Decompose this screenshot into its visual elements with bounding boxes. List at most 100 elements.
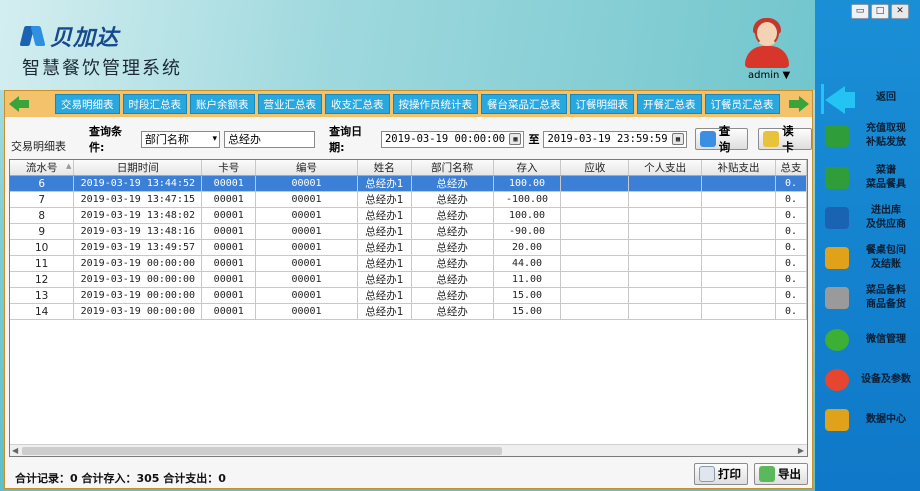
- table-cell: 总经办1: [357, 207, 412, 224]
- column-header[interactable]: 存入: [493, 160, 562, 176]
- sidebar-item-2[interactable]: 菜谱 菜品餐具: [821, 160, 917, 196]
- sidebar-item-label: 菜谱 菜品餐具: [866, 165, 906, 190]
- calendar-icon[interactable]: ▦: [509, 132, 522, 145]
- table-cell: [628, 175, 703, 192]
- tab-9[interactable]: 订餐员汇总表: [704, 94, 780, 114]
- search-button[interactable]: 查询: [694, 124, 749, 154]
- footer-bar: 合计记录：0 合计存入：305 合计支出：0 打印 导出: [5, 461, 812, 488]
- tab-next-arrow-icon[interactable]: [787, 94, 809, 114]
- table-row[interactable]: 7 2019-03-19 13:47:15 00001 00001 总经办1 总经办 -10…: [10, 191, 807, 208]
- user-menu[interactable]: admin ▼: [748, 70, 790, 81]
- warehouse-icon: [821, 202, 855, 234]
- tab-4[interactable]: 收支汇总表: [325, 94, 390, 114]
- gear-icon: [821, 364, 855, 396]
- scroll-thumb[interactable]: [22, 447, 502, 455]
- table-cell: 00001: [201, 191, 257, 208]
- table-cell: [560, 271, 630, 288]
- column-header[interactable]: 编号: [255, 160, 358, 176]
- sidebar-item-5[interactable]: 菜品备料 商品备货: [821, 280, 917, 316]
- table-cell: [701, 223, 776, 240]
- minimize-button[interactable]: ▭: [851, 4, 869, 19]
- horizontal-scrollbar[interactable]: ◀ ▶: [10, 444, 807, 456]
- table-cell: 2019-03-19 00:00:00: [73, 303, 203, 320]
- sidebar-item-label: 数据中心: [866, 414, 906, 425]
- table-cell: 00001: [201, 207, 257, 224]
- read-card-button[interactable]: 读卡: [758, 124, 812, 154]
- tab-8[interactable]: 开餐汇总表: [637, 94, 702, 114]
- printer-icon: [699, 466, 715, 482]
- sidebar-item-7[interactable]: 设备及参数: [821, 362, 917, 398]
- column-header[interactable]: 卡号: [201, 160, 257, 176]
- table-row[interactable]: 10 2019-03-19 13:49:57 00001 00001 总经办1 总经办 20…: [10, 239, 807, 256]
- date-from-picker[interactable]: 2019-03-19 00:00:00 ▦: [380, 130, 525, 148]
- table-row[interactable]: 8 2019-03-19 13:48:02 00001 00001 总经办1 总经办 100…: [10, 207, 807, 224]
- table-row[interactable]: 14 2019-03-19 00:00:00 00001 00001 总经办1 总经办 15…: [10, 303, 807, 320]
- sidebar-item-3[interactable]: 进出库 及供应商: [821, 200, 917, 236]
- card-icon: [763, 131, 780, 147]
- sidebar-item-6[interactable]: 微信管理: [821, 322, 917, 358]
- export-button[interactable]: 导出: [754, 463, 808, 485]
- table-row[interactable]: 13 2019-03-19 00:00:00 00001 00001 总经办1 总经办 15…: [10, 287, 807, 304]
- logo-icon: [19, 24, 46, 48]
- print-button[interactable]: 打印: [694, 463, 748, 485]
- table-row[interactable]: 9 2019-03-19 13:48:16 00001 00001 总经办1 总经办 -90…: [10, 223, 807, 240]
- table-cell: 8: [10, 207, 75, 224]
- table-cell: 00001: [201, 287, 257, 304]
- sidebar-item-1[interactable]: 充值取现 补贴发放: [821, 118, 917, 154]
- table-cell: 0.: [775, 255, 807, 272]
- table-cell: 00001: [201, 271, 257, 288]
- tab-6[interactable]: 餐台菜品汇总表: [481, 94, 567, 114]
- table-cell: 2019-03-19 13:49:57: [73, 239, 203, 256]
- table-cell: 11.00: [493, 271, 562, 288]
- tab-5[interactable]: 按操作员统计表: [392, 94, 478, 114]
- sidebar-item-8[interactable]: 数据中心: [821, 402, 917, 438]
- search-icon: [699, 131, 716, 147]
- table-cell: 总经办1: [357, 223, 412, 240]
- query-field-select[interactable]: 部门名称: [140, 130, 221, 148]
- sidebar-item-4[interactable]: 餐桌包间 及结账: [821, 240, 917, 276]
- payment-icon: [821, 242, 855, 274]
- box-icon: [821, 282, 855, 314]
- tab-0[interactable]: 交易明细表: [55, 94, 120, 114]
- close-button[interactable]: ✕: [891, 4, 909, 19]
- column-header[interactable]: 个人支出: [628, 160, 703, 176]
- column-header[interactable]: 部门名称: [411, 160, 494, 176]
- table-cell: 0.: [775, 287, 807, 304]
- column-header[interactable]: 日期时间: [73, 160, 203, 176]
- table-cell: 100.00: [493, 175, 562, 192]
- tab-2[interactable]: 账户余额表: [190, 94, 255, 114]
- column-header[interactable]: 应收: [560, 160, 630, 176]
- tab-1[interactable]: 时段汇总表: [122, 94, 187, 114]
- scroll-right-icon[interactable]: ▶: [798, 446, 804, 455]
- table-cell: 总经办1: [357, 271, 412, 288]
- table-cell: [628, 303, 703, 320]
- money-icon: [821, 120, 855, 152]
- date-to-picker[interactable]: 2019-03-19 23:59:59 ▦: [543, 130, 687, 148]
- sidebar-item-0[interactable]: 返回: [821, 80, 917, 116]
- column-header[interactable]: 流水号 ▲: [10, 160, 75, 176]
- column-header[interactable]: 姓名: [357, 160, 412, 176]
- column-header[interactable]: 总支: [775, 160, 807, 176]
- avatar[interactable]: [741, 18, 793, 68]
- sidebar-item-label: 餐桌包间 及结账: [866, 245, 906, 270]
- tab-7[interactable]: 订餐明细表: [569, 94, 634, 114]
- table-cell: 0.: [775, 191, 807, 208]
- transaction-grid[interactable]: 流水号 ▲ 日期时间 卡号 编号 姓名 部门名称 存入 应收 个人支出 补贴支出 总支 6 2019-0…: [9, 159, 808, 457]
- table-cell: 总经办: [411, 255, 494, 272]
- table-cell: 2019-03-19 13:44:52: [73, 175, 203, 192]
- calendar-icon[interactable]: ▦: [671, 132, 684, 145]
- column-header[interactable]: 补贴支出: [701, 160, 776, 176]
- scroll-left-icon[interactable]: ◀: [12, 446, 18, 455]
- table-cell: [628, 223, 703, 240]
- table-row[interactable]: 11 2019-03-19 00:00:00 00001 00001 总经办1 总经办 44…: [10, 255, 807, 272]
- query-value-input[interactable]: 总经办: [224, 130, 316, 148]
- query-date-label: 查询日期:: [329, 125, 363, 154]
- table-row[interactable]: 12 2019-03-19 00:00:00 00001 00001 总经办1 总经办 11…: [10, 271, 807, 288]
- maximize-button[interactable]: □: [871, 4, 889, 19]
- table-cell: [560, 303, 630, 320]
- table-cell: 00001: [201, 239, 257, 256]
- tab-prev-arrow-icon[interactable]: [9, 94, 31, 114]
- table-row[interactable]: 6 2019-03-19 13:44:52 00001 00001 总经办1 总经办 100…: [10, 175, 807, 192]
- tab-3[interactable]: 营业汇总表: [257, 94, 322, 114]
- table-cell: [701, 287, 776, 304]
